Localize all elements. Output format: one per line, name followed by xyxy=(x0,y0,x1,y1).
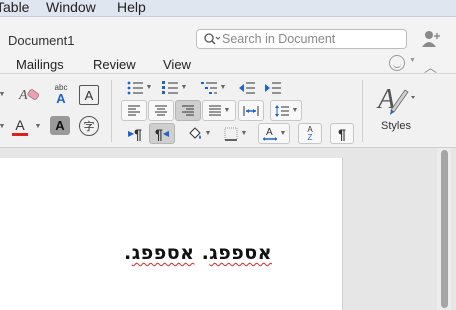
styles-label: Styles xyxy=(381,120,411,132)
character-border-button[interactable]: A xyxy=(79,85,99,105)
line-spacing-icon xyxy=(274,104,289,117)
font-size-dropdown[interactable]: ▼ xyxy=(0,84,8,105)
ribbon: ▼ A abc A A ▼ A ▼ A 字 ▼ ▼ ▼ ▼ ▼ ▶ ¶ ¶ ◀ … xyxy=(0,74,456,148)
align-left-icon xyxy=(128,105,140,115)
clear-formatting-button[interactable]: A xyxy=(16,84,42,105)
pilcrow-icon: ¶ xyxy=(338,125,346,142)
spelling-language-button[interactable]: abc A xyxy=(48,82,74,106)
multilevel-list-icon xyxy=(200,81,217,94)
align-right-icon xyxy=(182,105,194,115)
numbered-list-icon xyxy=(161,80,178,94)
chevron-down-icon: ▼ xyxy=(34,123,42,130)
highlight-dropdown[interactable]: ▼ xyxy=(0,116,8,137)
font-color-bar xyxy=(12,132,28,136)
group-separator xyxy=(362,80,363,142)
chevron-down-icon: ▼ xyxy=(291,107,299,114)
document-page[interactable]: אספפג. אספפג. xyxy=(0,158,343,310)
align-left-button[interactable] xyxy=(121,100,147,121)
show-formatting-marks-button[interactable]: ¶ xyxy=(330,123,354,144)
chevron-down-icon: ▼ xyxy=(223,107,231,114)
multilevel-list-button[interactable]: ▼ xyxy=(198,77,228,98)
enclose-icon: 字 xyxy=(83,121,95,133)
svg-text:A: A xyxy=(18,88,28,103)
font-color-dropdown[interactable]: ▼ xyxy=(31,116,43,137)
chevron-down-icon: ▼ xyxy=(0,91,6,98)
scrollbar-thumb[interactable] xyxy=(441,150,448,308)
right-to-left-button[interactable]: ¶ ◀ xyxy=(149,123,175,144)
increase-indent-icon xyxy=(265,82,281,93)
chevron-down-icon: ▼ xyxy=(240,130,248,137)
misspelled-word[interactable]: אספפג xyxy=(209,242,272,264)
align-center-icon xyxy=(155,105,167,115)
justify-icon xyxy=(208,105,221,115)
asian-layout-icon: A xyxy=(262,127,277,141)
sort-z-label: Z xyxy=(307,132,313,142)
bullets-button[interactable]: ▼ xyxy=(121,77,157,98)
chevron-down-icon: ▼ xyxy=(204,130,212,137)
paint-bucket-icon xyxy=(188,126,201,139)
align-right-button[interactable] xyxy=(175,100,201,121)
borders-button[interactable]: ▼ xyxy=(219,123,251,144)
search-placeholder: Search in Document xyxy=(222,32,336,46)
menu-help[interactable]: Help xyxy=(117,0,146,15)
sentence-end: . xyxy=(124,242,132,264)
line-spacing-button[interactable]: ▼ xyxy=(270,100,302,121)
tab-review[interactable]: Review xyxy=(93,57,136,72)
document-canvas: אספפג. אספפג. xyxy=(0,148,456,310)
justify-button[interactable]: ▼ xyxy=(202,100,236,121)
shaded-a-icon: A xyxy=(55,118,65,133)
separator: . xyxy=(194,242,210,264)
ribbon-tabs: Mailings Review View ▼ ︿ xyxy=(0,52,456,75)
borders-icon xyxy=(224,127,238,141)
align-center-button[interactable] xyxy=(148,100,174,121)
chevron-down-icon: ▼ xyxy=(145,84,153,91)
chevron-down-icon: ▼ xyxy=(0,123,6,130)
font-color-button[interactable]: A xyxy=(10,116,30,137)
group-separator xyxy=(111,80,112,142)
menu-bar: Table Window Help xyxy=(0,0,456,17)
chevron-down-icon: ▼ xyxy=(180,84,188,91)
boxed-a-icon: A xyxy=(84,87,94,103)
font-color-a-icon: A xyxy=(15,116,25,133)
chevron-down-icon: ▼ xyxy=(279,130,287,137)
search-box[interactable]: Search in Document xyxy=(196,29,407,49)
styles-icon: A xyxy=(376,84,415,115)
asian-layout-button[interactable]: A ▼ xyxy=(258,123,290,144)
tab-view[interactable]: View xyxy=(163,57,191,72)
rtl-pilcrow-label: ¶ xyxy=(155,125,163,142)
distributed-button[interactable] xyxy=(238,100,264,121)
shading-button[interactable]: ▼ xyxy=(182,123,216,144)
bullet-list-icon xyxy=(127,81,143,94)
search-icon xyxy=(204,33,221,45)
sort-button[interactable]: A Z xyxy=(298,123,322,144)
decrease-indent-button[interactable] xyxy=(236,77,258,98)
eraser-icon: A xyxy=(18,88,40,103)
tab-mailings[interactable]: Mailings xyxy=(16,57,64,72)
menu-window[interactable]: Window xyxy=(46,0,96,15)
menu-table[interactable]: Table xyxy=(0,0,29,15)
document-title: Document1 xyxy=(8,33,75,48)
document-text[interactable]: אספפג. אספפג. xyxy=(124,242,272,264)
ltr-pilcrow-label: ¶ xyxy=(134,125,142,142)
increase-indent-button[interactable] xyxy=(262,77,284,98)
character-shading-button[interactable]: A xyxy=(50,116,70,135)
misspelled-word[interactable]: אספפג xyxy=(132,242,195,264)
left-to-right-button[interactable]: ▶ ¶ xyxy=(123,123,147,144)
distributed-icon xyxy=(243,105,259,116)
styles-button[interactable]: A xyxy=(372,80,418,118)
arrow-left-icon: ◀ xyxy=(162,129,169,138)
share-person-icon[interactable] xyxy=(420,30,442,48)
spell-a-label: A xyxy=(56,90,66,106)
svg-text:A: A xyxy=(266,127,273,138)
chevron-down-icon[interactable]: ▼ xyxy=(409,57,416,64)
decrease-indent-icon xyxy=(239,82,255,93)
numbering-button[interactable]: ▼ xyxy=(158,77,190,98)
enclose-characters-button[interactable]: 字 xyxy=(79,116,99,136)
feedback-smiley-icon[interactable] xyxy=(389,55,405,71)
chevron-down-icon: ▼ xyxy=(219,84,227,91)
